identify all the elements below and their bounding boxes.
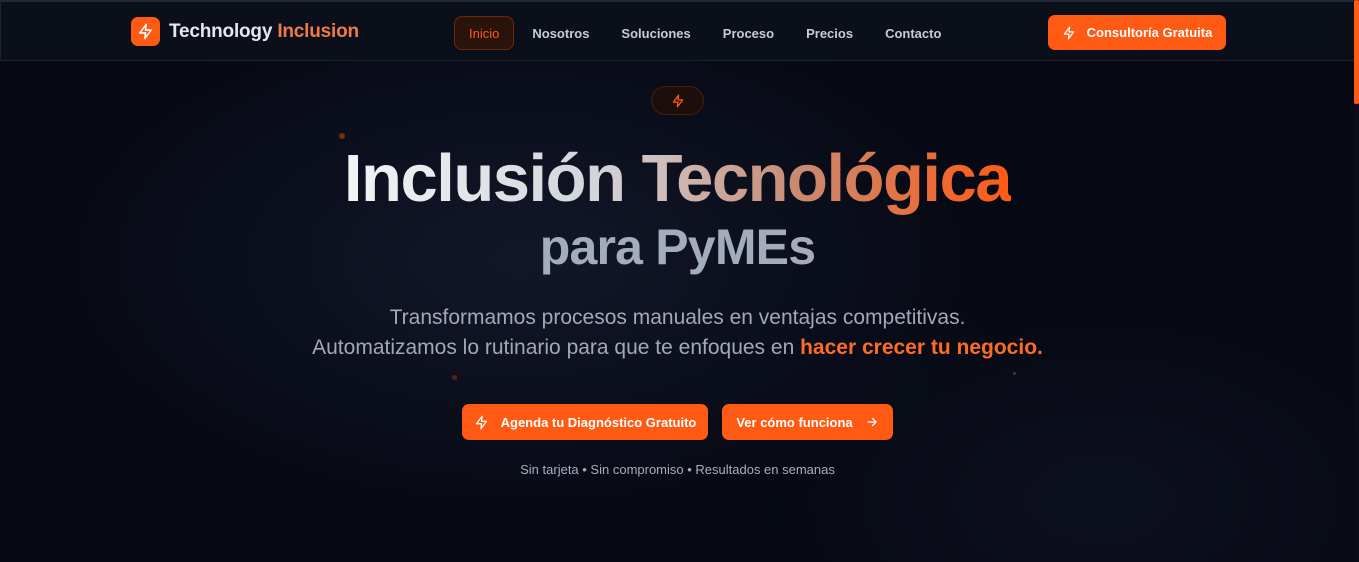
nav-item-proceso[interactable]: Proceso — [709, 16, 788, 50]
hero-subtitle-highlight: hacer crecer tu negocio. — [800, 336, 1043, 359]
scrollbar-track[interactable] — [1354, 0, 1359, 562]
bolt-icon — [131, 17, 160, 46]
main-nav: Inicio Nosotros Soluciones Proceso Preci… — [454, 16, 959, 50]
bolt-icon — [1062, 26, 1076, 40]
agenda-diagnostico-label: Agenda tu Diagnóstico Gratuito — [500, 414, 697, 430]
hero-subtitle-line2-text: Automatizamos lo rutinario para que te e… — [312, 336, 801, 359]
brand-word-2: Inclusion — [277, 20, 359, 42]
hero-footnote: Sin tarjeta • Sin compromiso • Resultado… — [520, 462, 835, 477]
nav-item-inicio[interactable]: Inicio — [454, 16, 515, 50]
decorative-dot — [1013, 372, 1016, 375]
consultoria-button[interactable]: Consultoría Gratuita — [1048, 15, 1226, 50]
top-navbar: Technology Inclusion Inicio Nosotros Sol… — [0, 0, 1359, 61]
nav-item-precios[interactable]: Precios — [792, 16, 867, 50]
bolt-icon — [671, 94, 685, 108]
hero-subtitle: Transformamos procesos manuales en venta… — [0, 303, 1355, 363]
brand-name: Technology Inclusion — [169, 21, 359, 43]
ver-como-funciona-label: Ver cómo funciona — [736, 414, 853, 430]
hero-title-line1: Inclusión Tecnológica — [343, 141, 1013, 216]
hero-badge — [651, 86, 704, 115]
agenda-diagnostico-button[interactable]: Agenda tu Diagnóstico Gratuito — [462, 404, 708, 440]
hero-title: Inclusión Tecnológica — [0, 140, 1355, 218]
decorative-dot — [452, 375, 457, 380]
consultoria-button-label: Consultoría Gratuita — [1086, 25, 1213, 40]
arrow-right-icon — [865, 415, 879, 429]
scrollbar-thumb[interactable] — [1354, 0, 1359, 104]
hero-title-line2: para PyMEs — [539, 219, 816, 275]
bolt-icon — [474, 415, 489, 430]
hero-subtitle-line2: Automatizamos lo rutinario para que te e… — [0, 333, 1355, 363]
nav-item-contacto[interactable]: Contacto — [871, 16, 955, 50]
page-background — [0, 0, 1359, 562]
ver-como-funciona-button[interactable]: Ver cómo funciona — [722, 404, 893, 440]
nav-item-nosotros[interactable]: Nosotros — [518, 16, 603, 50]
nav-item-soluciones[interactable]: Soluciones — [607, 16, 704, 50]
brand-link[interactable]: Technology Inclusion — [131, 17, 359, 46]
brand-word-1: Technology — [169, 20, 273, 42]
hero-subtitle-line1: Transformamos procesos manuales en venta… — [389, 306, 966, 329]
decorative-dot — [339, 133, 345, 139]
